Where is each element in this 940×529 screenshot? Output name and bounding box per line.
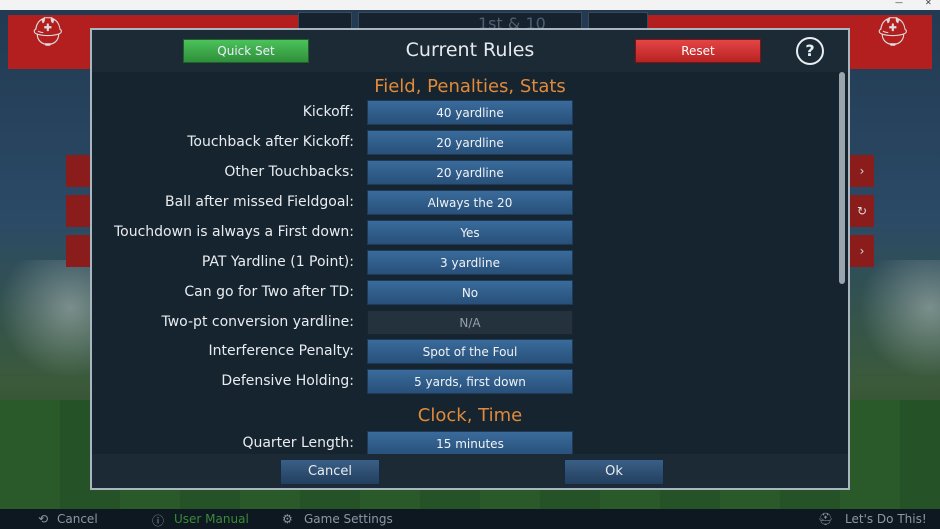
chevron-right-icon[interactable]: › <box>850 235 874 267</box>
home-helmet-icon: ⛑ <box>30 15 66 48</box>
rule-label: Kickoff: <box>302 104 354 120</box>
rule-value-defensive-holding[interactable]: 5 yards, first down <box>367 369 573 394</box>
away-helmet-icon: ⛑ <box>875 15 911 48</box>
section-heading-clock: Clock, Time <box>417 405 523 426</box>
lets-do-this-link[interactable]: Let's Do This! <box>845 512 927 526</box>
rule-value-pat-yardline[interactable]: 3 yardline <box>367 250 573 275</box>
section-heading-field: Field, Penalties, Stats <box>374 76 566 97</box>
rule-label: Two-pt conversion yardline: <box>161 314 355 330</box>
scrollbar[interactable] <box>839 72 845 284</box>
rule-value-two-pt-yardline: N/A <box>367 310 573 335</box>
rule-label: Interference Penalty: <box>208 343 354 359</box>
reset-button[interactable]: Reset <box>635 39 761 63</box>
dialog-header: Quick Set Current Rules Reset ? <box>92 30 848 72</box>
bottom-bar <box>0 509 940 529</box>
helmet-small-icon: ⛑ <box>818 512 834 526</box>
gear-icon: ⚙ <box>282 512 293 526</box>
rule-label: Defensive Holding: <box>221 373 354 389</box>
close-icon[interactable]: ✕ <box>925 0 932 7</box>
rule-label: Touchdown is always a First down: <box>113 224 354 240</box>
rule-value-quarter-length[interactable]: 15 minutes <box>367 431 573 454</box>
chevron-right-icon[interactable]: › <box>850 155 874 187</box>
back-icon: ⟲ <box>38 512 49 526</box>
rule-value-touchdown-first-down[interactable]: Yes <box>367 220 573 245</box>
rule-value-missed-fieldgoal[interactable]: Always the 20 <box>367 190 573 215</box>
rule-label: Ball after missed Fieldgoal: <box>165 194 354 210</box>
info-icon: ⓘ <box>152 514 165 528</box>
stadium-lights <box>860 260 940 380</box>
rule-value-go-for-two[interactable]: No <box>367 280 573 305</box>
left-side-button[interactable] <box>66 235 92 267</box>
rule-label: PAT Yardline (1 Point): <box>201 254 354 270</box>
left-side-button[interactable] <box>66 155 92 187</box>
ok-button[interactable]: Ok <box>564 459 664 485</box>
bottom-cancel-link[interactable]: Cancel <box>57 512 98 526</box>
cancel-button[interactable]: Cancel <box>280 459 380 485</box>
rule-label: Touchback after Kickoff: <box>187 134 354 150</box>
window-titlebar: — ✕ <box>0 0 940 10</box>
user-manual-link[interactable]: User Manual <box>174 512 249 526</box>
rule-value-interference-penalty[interactable]: Spot of the Foul <box>367 339 573 364</box>
dialog-footer: Cancel Ok <box>92 454 848 488</box>
rule-label: Can go for Two after TD: <box>184 284 354 300</box>
rules-list[interactable]: Field, Penalties, Stats Kickoff: 40 yard… <box>92 72 848 454</box>
left-side-button[interactable] <box>66 195 92 227</box>
game-settings-link[interactable]: Game Settings <box>304 512 393 526</box>
refresh-icon[interactable]: ↻ <box>850 195 874 227</box>
rule-value-touchback-kickoff[interactable]: 20 yardline <box>367 130 573 155</box>
rule-value-kickoff[interactable]: 40 yardline <box>367 100 573 125</box>
rule-label: Other Touchbacks: <box>224 164 354 180</box>
rule-label: Quarter Length: <box>242 435 354 451</box>
rules-dialog: Quick Set Current Rules Reset ? Field, P… <box>90 28 850 490</box>
minimize-icon[interactable]: — <box>895 0 903 7</box>
rule-value-other-touchbacks[interactable]: 20 yardline <box>367 160 573 185</box>
help-icon[interactable]: ? <box>796 37 824 65</box>
